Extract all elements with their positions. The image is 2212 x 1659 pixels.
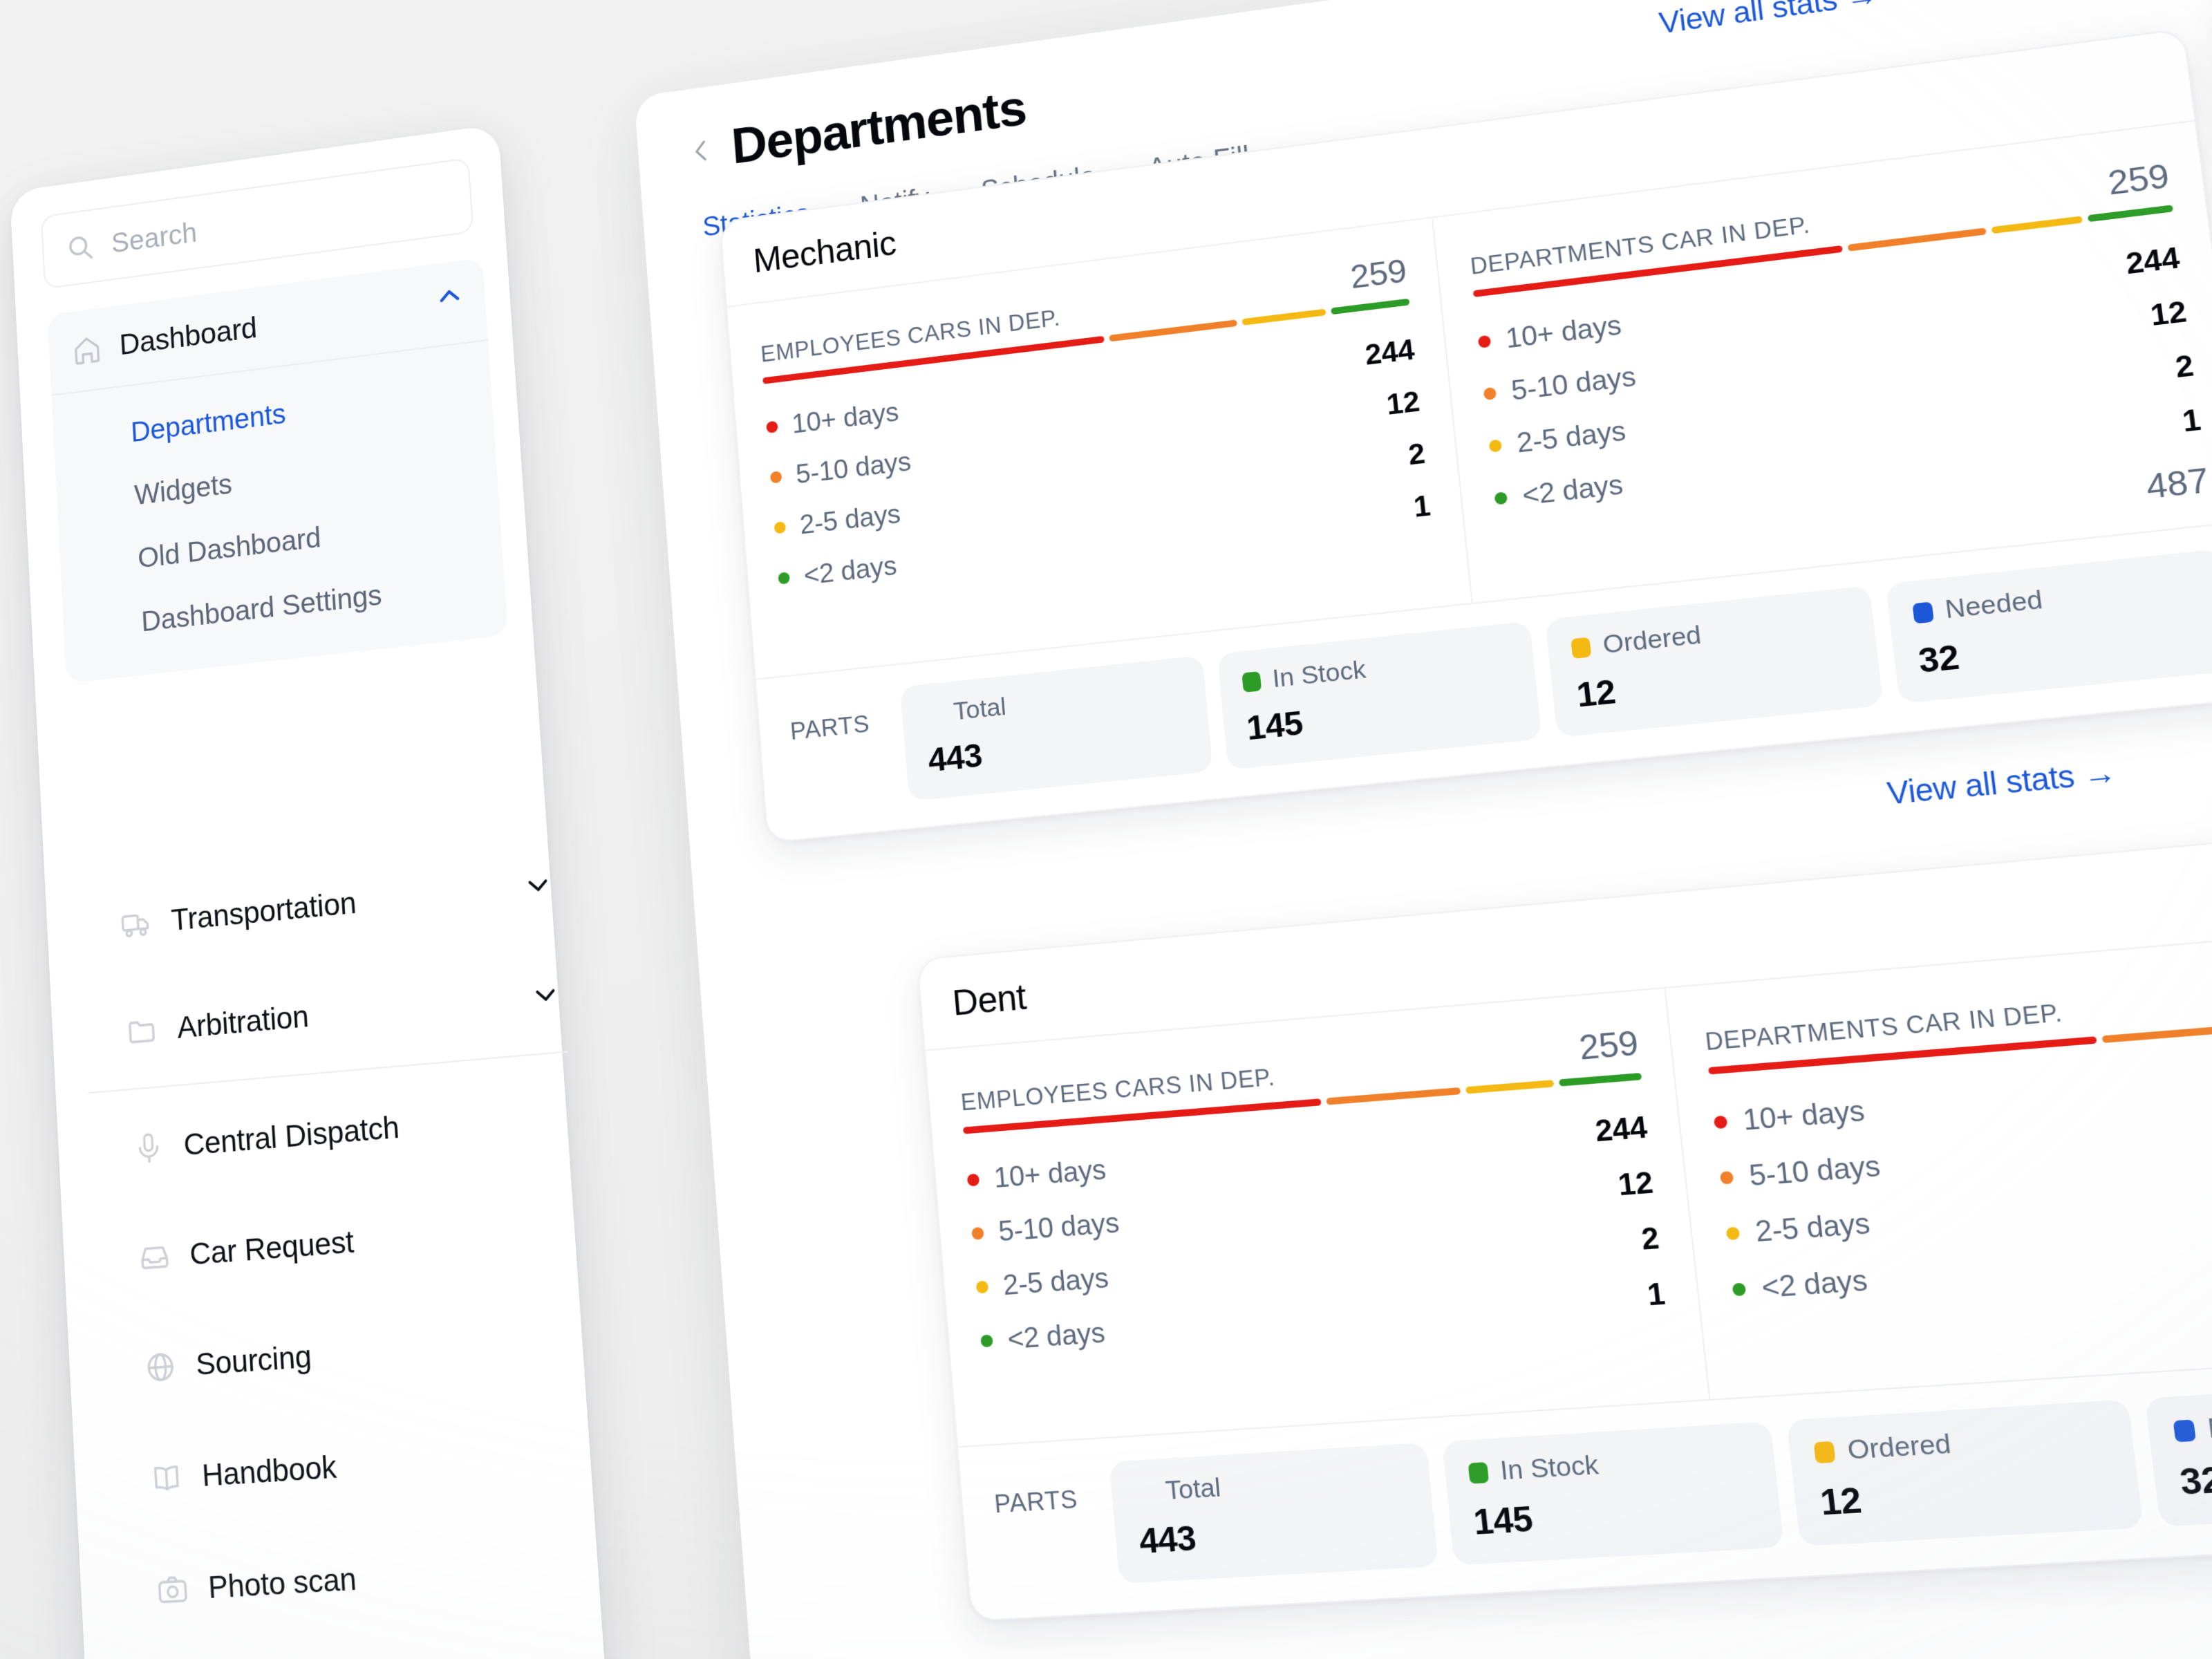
book-icon bbox=[149, 1459, 184, 1497]
chevron-left-icon[interactable] bbox=[686, 131, 716, 171]
legend-label: 5-10 days bbox=[794, 446, 912, 489]
sidebar-group-dashboard: Dashboard Departments Widgets Old Dashbo… bbox=[47, 257, 509, 684]
truck-icon bbox=[120, 905, 153, 942]
sidebar-item-label: Car Request bbox=[189, 1224, 355, 1272]
sidebar-item-label: Photo scan bbox=[207, 1560, 357, 1606]
app-screenshot: Dashboard Departments Widgets Old Dashbo… bbox=[0, 0, 2212, 1659]
legend-value: 244 bbox=[2124, 241, 2182, 281]
swatch-none bbox=[924, 704, 943, 724]
sidebar-item-label: Transportation bbox=[170, 885, 357, 937]
parts-tile-label: Total bbox=[952, 692, 1008, 727]
parts-label: PARTS bbox=[789, 709, 871, 745]
microphone-icon bbox=[131, 1130, 165, 1167]
search-icon bbox=[65, 231, 95, 265]
chevron-down-icon[interactable] bbox=[529, 977, 562, 1013]
inbox-icon bbox=[138, 1239, 172, 1276]
stat-label: EMPLOYEES CARS IN DEP. bbox=[760, 304, 1062, 367]
legend-dot-yellow bbox=[774, 521, 787, 534]
legend-dot-green bbox=[778, 572, 791, 585]
sidebar-item-label: Dashboard bbox=[118, 310, 259, 362]
chevron-up-icon[interactable] bbox=[433, 279, 465, 313]
parts-tile-label: Ordered bbox=[1846, 1428, 1953, 1466]
stat-label: EMPLOYEES CARS IN DEP. bbox=[959, 1063, 1276, 1116]
sidebar-item-label: Arbitration bbox=[176, 998, 310, 1045]
legend-label: 10+ days bbox=[790, 396, 900, 440]
folder-icon bbox=[125, 1013, 159, 1050]
legend-value: 12 bbox=[2148, 295, 2189, 332]
chevron-down-icon[interactable] bbox=[522, 868, 555, 903]
sidebar-item-label: Handbook bbox=[200, 1448, 338, 1494]
legend-dot-orange bbox=[769, 471, 782, 484]
globe-icon bbox=[143, 1349, 178, 1386]
camera-icon bbox=[156, 1571, 190, 1609]
bar-segment-2to5 bbox=[1241, 308, 1327, 326]
stat-column-footer: 487 bbox=[2144, 460, 2211, 507]
perspective-scene: Dashboard Departments Widgets Old Dashbo… bbox=[0, 0, 2212, 1659]
legend-label: 2-5 days bbox=[798, 498, 902, 540]
legend-item: <2 days 1 bbox=[1492, 393, 2204, 525]
sidebar-item-label: Central Dispatch bbox=[182, 1109, 400, 1163]
sidebar-subitems: Departments Widgets Old Dashboard Dashbo… bbox=[51, 341, 508, 684]
legend-dot-red bbox=[766, 420, 778, 434]
parts-tile-total: Total 443 bbox=[900, 655, 1213, 802]
home-icon bbox=[71, 331, 104, 368]
department-name: Dent bbox=[950, 977, 1028, 1024]
swatch-green bbox=[1241, 671, 1262, 693]
legend-value: 1 bbox=[2180, 403, 2203, 439]
sidebar-item-label: Sourcing bbox=[194, 1338, 312, 1382]
app-window: Dashboard Departments Widgets Old Dashbo… bbox=[0, 0, 2212, 1659]
legend-label: <2 days bbox=[803, 550, 898, 591]
